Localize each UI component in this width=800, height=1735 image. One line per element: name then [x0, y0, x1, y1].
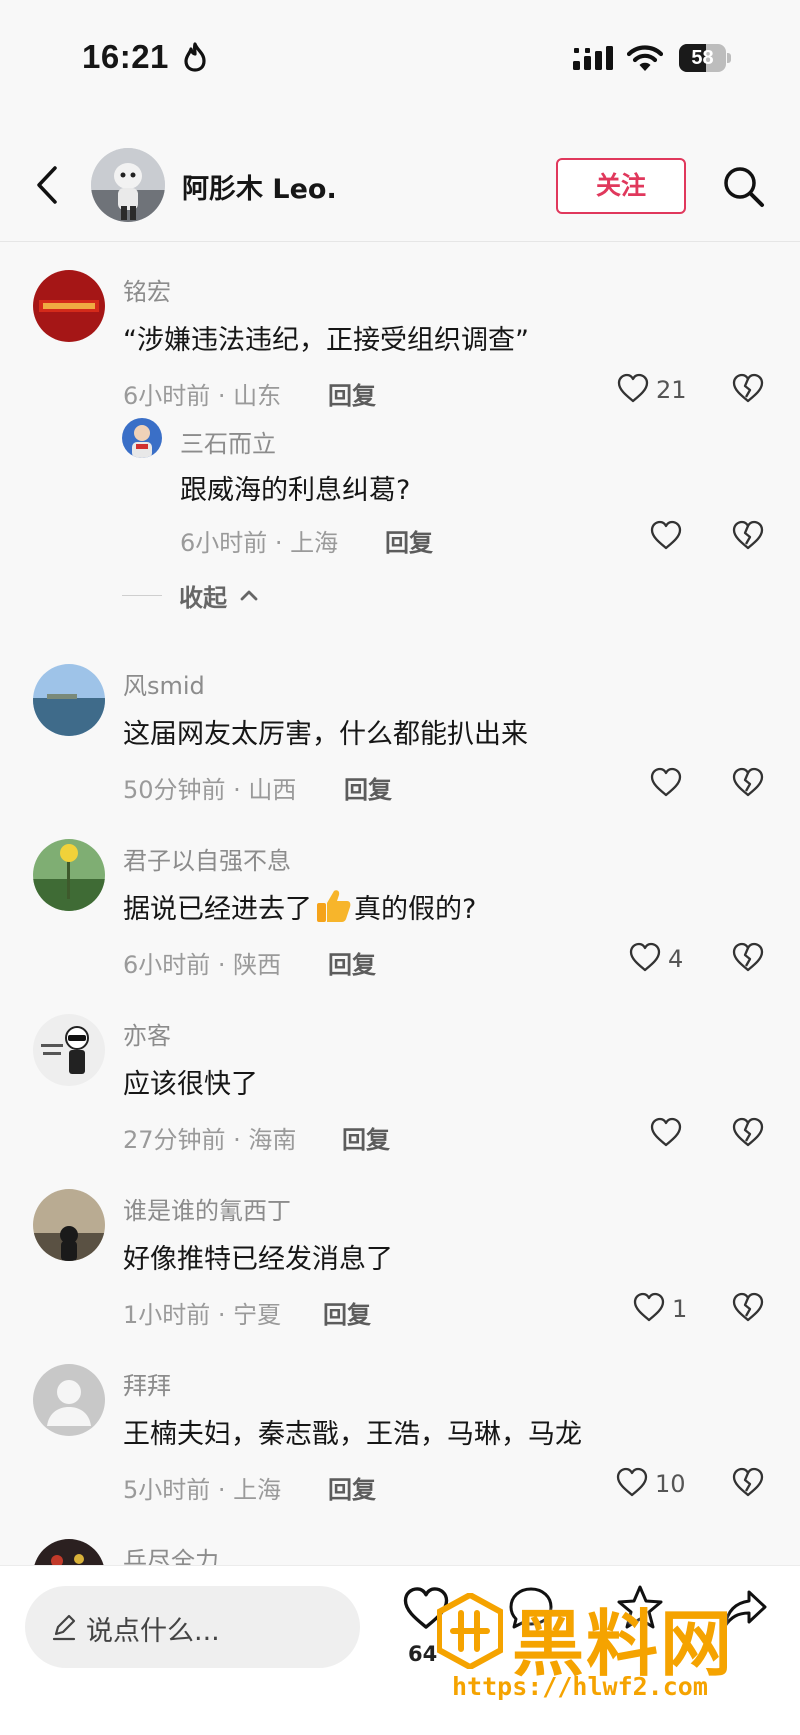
divider-line	[122, 595, 162, 596]
reply-meta: 6小时前 · 上海	[180, 529, 339, 557]
back-arrow-icon[interactable]	[33, 165, 61, 205]
commenter-avatar[interactable]	[33, 1364, 105, 1436]
comment-author[interactable]: 风smid	[123, 666, 205, 701]
replier-avatar[interactable]	[122, 418, 162, 458]
comment-input[interactable]: 说点什么...	[25, 1586, 360, 1668]
comment-text: 好像推特已经发消息了	[123, 1244, 393, 1275]
comment-meta: 6小时前 · 山东	[123, 382, 282, 410]
collapse-label[interactable]: 收起	[179, 578, 227, 613]
comment-text: 这届网友太厉害，什么都能扒出来	[123, 719, 528, 750]
heart-icon[interactable]	[616, 1467, 648, 1497]
comment-input-placeholder[interactable]: 说点什么...	[86, 1609, 220, 1648]
comment-text-part: 真的假的?	[354, 894, 477, 925]
heart-icon[interactable]	[650, 1117, 682, 1147]
reply-button[interactable]: 回复	[385, 523, 433, 558]
follow-button[interactable]: 关注	[556, 158, 686, 214]
reply-button[interactable]: 回复	[323, 1295, 371, 1330]
broken-heart-icon[interactable]	[732, 520, 764, 550]
comment-text: “涉嫌违法违纪，正接受组织调查”	[123, 325, 529, 356]
comment-author[interactable]: 谁是谁的氰西丁	[123, 1191, 291, 1226]
commenter-avatar[interactable]	[33, 839, 105, 911]
heart-icon[interactable]	[617, 373, 649, 403]
broken-heart-icon[interactable]	[732, 767, 764, 797]
commenter-avatar[interactable]	[33, 1189, 105, 1261]
wifi-icon	[627, 45, 663, 71]
broken-heart-icon[interactable]	[732, 1117, 764, 1147]
commenter-avatar[interactable]	[33, 270, 105, 342]
heart-icon[interactable]	[629, 942, 661, 972]
watermark-url: https://hlwf2.com	[452, 1672, 708, 1701]
status-time: 16:21	[82, 38, 169, 75]
heart-icon[interactable]	[633, 1292, 665, 1322]
comment-text-part: 据说已经进去了	[123, 894, 312, 925]
flame-icon	[184, 42, 206, 72]
broken-heart-icon[interactable]	[732, 942, 764, 972]
reply-button[interactable]: 回复	[328, 376, 376, 411]
search-icon[interactable]	[722, 165, 766, 209]
like-count: 64	[408, 1642, 438, 1666]
signal-icon	[573, 46, 613, 70]
profile-name[interactable]: 阿肜木 Leo.	[182, 167, 337, 206]
comment-meta: 6小时前 · 陕西	[123, 951, 282, 979]
comment-meta: 50分钟前 · 山西	[123, 776, 297, 804]
comment-author[interactable]: 铭宏	[123, 272, 171, 307]
comment-text: 应该很快了	[123, 1069, 258, 1100]
comment-meta: 5小时前 · 上海	[123, 1476, 282, 1504]
watermark-logo-icon	[437, 1593, 503, 1669]
reply-button[interactable]: 回复	[328, 945, 376, 980]
like-count: 1	[672, 1295, 688, 1323]
status-bar: 16:21 58	[0, 0, 800, 120]
heart-icon[interactable]	[650, 767, 682, 797]
battery-icon: 58	[679, 44, 731, 72]
like-count: 4	[668, 945, 684, 973]
reply-author[interactable]: 三石而立	[180, 424, 276, 459]
broken-heart-icon[interactable]	[732, 1467, 764, 1497]
chevron-up-icon	[240, 590, 258, 601]
reply-button[interactable]: 回复	[328, 1470, 376, 1505]
commenter-avatar[interactable]	[33, 664, 105, 736]
like-count: 10	[655, 1470, 686, 1498]
thumbs-up-emoji-icon	[317, 890, 351, 922]
comment-text: 据说已经进去了 真的假的?	[123, 887, 476, 926]
heart-icon[interactable]	[650, 520, 682, 550]
commenter-avatar[interactable]	[33, 1014, 105, 1086]
battery-level: 58	[691, 47, 714, 69]
comment-meta: 1小时前 · 宁夏	[123, 1301, 282, 1329]
comment-author[interactable]: 拜拜	[123, 1366, 171, 1401]
like-count: 21	[656, 376, 687, 404]
pencil-icon	[52, 1614, 76, 1641]
reply-text: 跟威海的利息纠葛?	[180, 475, 411, 506]
comment-page: 16:21 58 阿肜木 Leo. 关注 铭宏 “涉嫌违法违纪，正接受组织调查”…	[0, 0, 800, 1735]
profile-header: 阿肜木 Leo. 关注	[0, 130, 800, 242]
broken-heart-icon[interactable]	[732, 373, 764, 403]
comment-author[interactable]: 亦客	[123, 1016, 171, 1051]
broken-heart-icon[interactable]	[732, 1292, 764, 1322]
reply-button[interactable]: 回复	[342, 1120, 390, 1155]
profile-avatar[interactable]	[91, 148, 165, 222]
comment-author[interactable]: 君子以自强不息	[123, 841, 291, 876]
comment-text: 王楠夫妇，秦志戬，王浩，马琳，马龙	[123, 1419, 582, 1450]
comment-meta: 27分钟前 · 海南	[123, 1126, 297, 1154]
reply-button[interactable]: 回复	[344, 770, 392, 805]
